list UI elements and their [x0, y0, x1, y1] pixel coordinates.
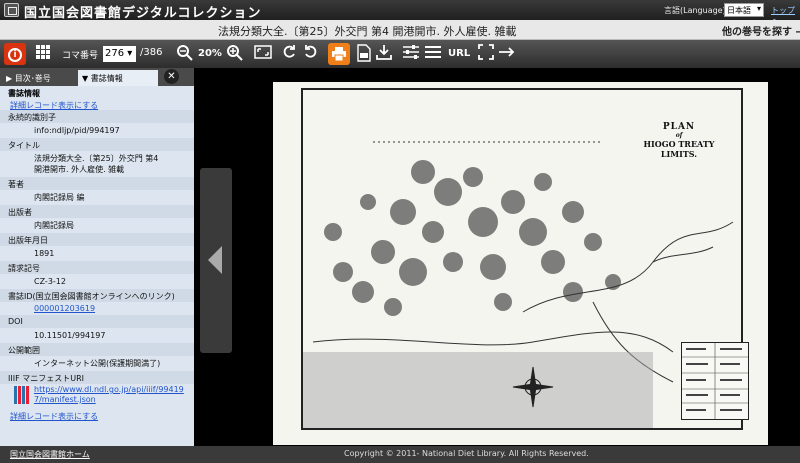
other-volume-button[interactable]: 他の巻号を探す → — [722, 23, 800, 38]
info-button[interactable]: i — [4, 43, 26, 65]
hamburger-icon — [425, 46, 441, 58]
tab-bibliographic-info[interactable]: ▼ 書誌情報 — [78, 70, 158, 86]
copyright: Copyright © 2011- National Diet Library.… — [344, 449, 589, 458]
iiif-logo-icon[interactable] — [14, 386, 30, 404]
image-file-icon — [357, 44, 371, 62]
url-button[interactable]: URL — [448, 44, 470, 64]
field-label-call-number: 請求記号 — [0, 261, 194, 274]
frame-total: /386 — [140, 47, 163, 58]
tab-info-label: 書誌情報 — [90, 74, 123, 83]
field-value-author: 内閣記録局 編 — [34, 193, 85, 202]
field-label-bib-id: 書誌ID(国立国会図書館オンラインへのリンク) — [0, 289, 194, 302]
map-title: PLAN of HIOGO TREATY LIMITS. — [635, 122, 723, 159]
document-title: 法規分類大全.〔第25〕外交門 第4 開港開市. 外人雇使. 雑載 — [218, 25, 517, 38]
download-button[interactable] — [376, 44, 392, 64]
field-value-doi: 10.11501/994197 — [34, 331, 106, 340]
fit-screen-icon — [254, 45, 272, 59]
jpeg-button[interactable] — [356, 44, 372, 64]
print-button[interactable] — [328, 43, 350, 65]
field-label-iiif: IIIF マニフェストURI — [0, 371, 194, 384]
title-bar: 法規分類大全.〔第25〕外交門 第4 開港開市. 外人雇使. 雑載 他の巻号を探… — [0, 20, 800, 40]
zoom-out-icon — [177, 45, 193, 61]
fit-screen-button[interactable] — [254, 44, 272, 64]
rotate-right-button[interactable] — [302, 44, 318, 64]
frame-number-select[interactable]: 276 ▾ — [103, 46, 136, 62]
language-select[interactable]: 日本語 — [724, 3, 764, 17]
section-title: 書誌情報 — [8, 89, 40, 98]
map-image[interactable]: PLAN of HIOGO TREATY LIMITS. — [273, 82, 768, 445]
prev-page-arrow-icon[interactable] — [200, 168, 232, 353]
rotate-left-button[interactable] — [282, 44, 298, 64]
image-viewer[interactable]: PLAN of HIOGO TREATY LIMITS. — [195, 68, 800, 446]
detail-record-link[interactable]: 詳細レコード表示にする — [0, 99, 194, 110]
zoom-out-button[interactable] — [176, 44, 194, 64]
legend-drawing — [682, 343, 748, 419]
printer-icon — [332, 47, 346, 62]
field-label-pid: 永続的識別子 — [0, 110, 194, 123]
rotate-left-icon — [283, 45, 295, 58]
field-value-call-number: CZ-3-12 — [34, 277, 66, 286]
menu-button[interactable] — [424, 44, 442, 64]
iiif-row: https://www.dl.ndl.go.jp/api/iiif/994197… — [0, 384, 194, 410]
side-panel: ▶ 目次･巻号 ▼ 書誌情報 ✕ 書誌情報 詳細レコード表示にする 永続的識別子… — [0, 68, 194, 446]
map-title-line-3: HIOGO TREATY — [643, 139, 715, 149]
frame-number-label: コマ番号 — [62, 51, 99, 61]
info-icon: i — [8, 48, 22, 62]
zoom-in-icon — [227, 45, 243, 61]
top-bar: 国立国会図書館デジタルコレクション 言語(Language): 日本語 トップへ — [0, 0, 800, 26]
tab-toc-label: 目次･巻号 — [14, 74, 51, 83]
iiif-manifest-link[interactable]: https://www.dl.ndl.go.jp/api/iiif/994197… — [34, 385, 184, 405]
next-arrow-button[interactable] — [498, 44, 516, 64]
fullscreen-button[interactable] — [478, 44, 494, 64]
bib-id-link[interactable]: 000001203619 — [0, 302, 194, 315]
ndl-logo-icon[interactable] — [4, 3, 19, 17]
fullscreen-icon — [478, 44, 494, 60]
footer: 国立国会図書館ホーム Copyright © 2011- National Di… — [0, 446, 800, 463]
field-label-date: 出版年月日 — [0, 233, 194, 246]
ndl-home-link[interactable]: 国立国会図書館ホーム — [10, 449, 90, 460]
grid-icon — [36, 45, 50, 59]
tab-toc[interactable]: ▶ 目次･巻号 — [2, 70, 76, 86]
field-value-publisher: 内閣記録局 — [34, 221, 74, 230]
download-icon — [376, 45, 392, 60]
sliders-icon — [403, 45, 419, 59]
field-value-title: 法規分類大全.〔第25〕外交門 第4 開港開市. 外人雇使. 雑載 — [34, 154, 159, 174]
language-label: 言語(Language): — [664, 6, 729, 15]
map-legend — [681, 342, 749, 420]
zoom-level: 20% — [198, 48, 222, 59]
zoom-in-button[interactable] — [226, 44, 244, 64]
arrow-right-icon — [499, 47, 515, 57]
close-icon[interactable]: ✕ — [164, 69, 179, 84]
site-title[interactable]: 国立国会図書館デジタルコレクション — [24, 2, 261, 21]
field-label-doi: DOI — [0, 315, 194, 328]
map-title-line-1: PLAN — [662, 122, 696, 132]
bibliographic-info: 書誌情報 詳細レコード表示にする 永続的識別子 info:ndljp/pid/9… — [0, 86, 194, 446]
field-label-access: 公開範囲 — [0, 343, 194, 356]
field-label-publisher: 出版者 — [0, 205, 194, 218]
thumbnail-grid-button[interactable] — [34, 44, 52, 64]
field-label-title: タイトル — [0, 138, 194, 151]
viewer-toolbar: i コマ番号 276 ▾ /386 20% URL — [0, 40, 800, 68]
field-label-author: 著者 — [0, 177, 194, 190]
field-value-date: 1891 — [34, 249, 55, 258]
panel-tabs: ▶ 目次･巻号 ▼ 書誌情報 ✕ — [0, 68, 194, 86]
detail-record-link-bottom[interactable]: 詳細レコード表示にする — [0, 410, 194, 421]
field-value-pid: info:ndljp/pid/994197 — [34, 126, 120, 135]
map-title-line-4: LIMITS. — [660, 149, 698, 159]
map-title-line-2: of — [675, 132, 683, 139]
image-adjust-button[interactable] — [402, 44, 420, 64]
field-value-access: インターネット公開(保護期間満了) — [34, 359, 161, 368]
rotate-right-icon — [305, 45, 317, 58]
